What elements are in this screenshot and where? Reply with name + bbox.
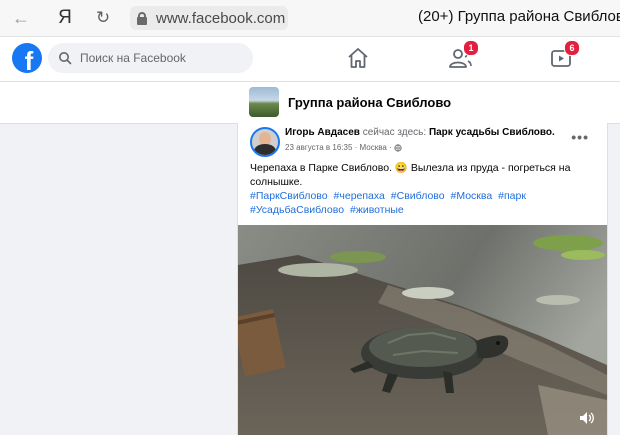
post-photo[interactable] [238,225,607,435]
search-input[interactable] [78,50,252,66]
checkin-text: сейчас здесь: [362,127,427,138]
hashtag-link[interactable]: #ПаркСвиблово [250,190,328,202]
back-icon[interactable]: ← [8,6,34,30]
more-icon[interactable]: ••• [571,129,589,145]
post-text: Черепаха в Парке Свиблово. 😀 Вылезла из … [250,162,571,188]
home-icon[interactable] [345,46,371,70]
group-cover-thumbnail[interactable] [249,87,279,117]
page-title: (20+) Группа района Свиблово [418,8,620,25]
facebook-header: f 1 6 [0,37,620,82]
hashtag-link[interactable]: #парк [498,190,526,202]
hashtag-link[interactable]: #Свиблово [391,190,445,202]
hashtag-link[interactable]: #животные [350,204,404,216]
author-name[interactable]: Игорь Авдасев [285,127,360,138]
reload-icon[interactable]: ↻ [90,6,116,30]
address-bar[interactable]: www.facebook.com [130,6,288,30]
turtle-photo [238,225,607,435]
hashtag-link[interactable]: #черепаха [334,190,385,202]
avatar[interactable] [250,127,280,157]
friends-badge: 1 [463,40,479,56]
lock-icon [137,11,147,25]
friends-icon[interactable]: 1 [447,40,479,70]
group-header: Группа района Свиблово [0,82,620,124]
watch-badge: 6 [564,40,580,56]
place-link[interactable]: Парк усадьбы Свиблово. [429,127,555,138]
search-icon [59,52,72,65]
sound-icon[interactable] [579,411,595,425]
globe-icon [394,143,402,152]
post-header: Игорь Авдасев сейчас здесь: Парк усадьбы… [285,127,555,138]
watch-icon[interactable]: 6 [548,40,580,70]
post-card: Игорь Авдасев сейчас здесь: Парк усадьбы… [237,123,608,435]
browser-toolbar: ← Я ↻ www.facebook.com (20+) Группа райо… [0,0,620,37]
group-name[interactable]: Группа района Свиблово [288,95,451,110]
logo-letter: f [24,46,34,73]
post-meta: 23 августа в 16:35 · Москва · [285,143,402,152]
post-timestamp[interactable]: 23 августа в 16:35 · Москва · [285,143,392,152]
hashtag-link[interactable]: #УсадьбаСвиблово [250,204,344,216]
url-text: www.facebook.com [156,9,286,27]
facebook-logo[interactable]: f [12,43,42,73]
hashtag-link[interactable]: #Москва [451,190,493,202]
yandex-logo[interactable]: Я [52,6,78,30]
hashtag-list: #ПаркСвиблово #черепаха #Свиблово #Москв… [250,189,595,217]
search-box[interactable] [48,43,253,73]
